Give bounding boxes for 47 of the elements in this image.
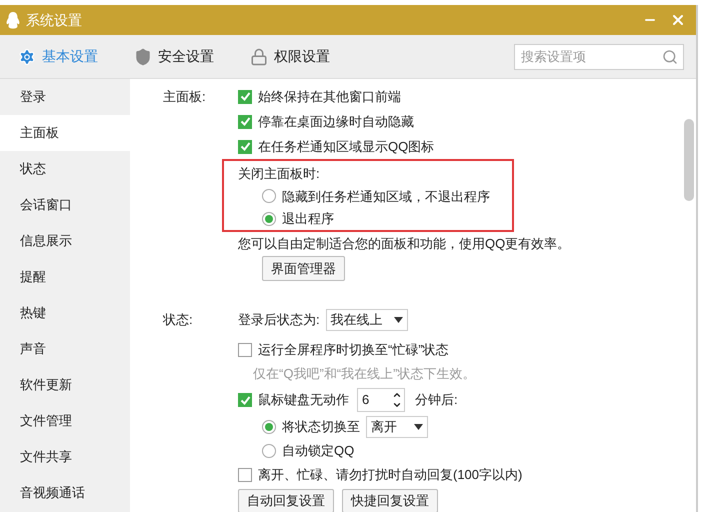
field-label: 登录后状态为: <box>238 311 320 330</box>
interface-manager-button[interactable]: 界面管理器 <box>262 256 345 281</box>
checkbox-label: 运行全屏程序时切换至“忙碌”状态 <box>258 341 449 360</box>
radio-label: 自动锁定QQ <box>282 442 354 460</box>
hint-text: 仅在“Q我吧”和“我在线上”状态下生效。 <box>253 365 476 384</box>
shield-icon <box>134 48 152 66</box>
field-label: 分钟后: <box>415 391 458 410</box>
radio-label: 退出程序 <box>282 210 334 228</box>
search-icon <box>662 48 678 64</box>
radio-button[interactable] <box>262 420 276 434</box>
close-icon[interactable] <box>670 12 686 28</box>
window-title: 系统设置 <box>26 10 82 30</box>
checkbox[interactable] <box>238 468 252 482</box>
penguin-icon <box>6 12 20 28</box>
radio-button[interactable] <box>262 212 276 226</box>
checkbox-label: 在任务栏通知区域显示QQ图标 <box>258 138 434 156</box>
sidebar-item[interactable]: 主面板 <box>0 115 130 151</box>
search-field[interactable]: 搜索设置项 <box>514 44 684 70</box>
tab[interactable]: 安全设置 <box>134 46 214 67</box>
radio-label: 将状态切换至 <box>282 418 360 436</box>
checkbox[interactable] <box>238 140 252 154</box>
checkbox[interactable] <box>238 393 252 407</box>
settings-icon <box>18 48 36 66</box>
scrollbar-thumb[interactable] <box>684 119 694 201</box>
caret-icon <box>394 317 403 323</box>
checkbox[interactable] <box>238 343 252 357</box>
reply-settings-button[interactable]: 自动回复设置 <box>238 489 334 512</box>
checkbox-label: 停靠在桌面边缘时自动隐藏 <box>258 112 414 131</box>
checkbox-label: 离开、忙碌、请勿打扰时自动回复(100字以内) <box>258 466 522 484</box>
dropdown[interactable]: 离开 <box>366 416 428 438</box>
section-label: 主面板: <box>163 88 206 106</box>
minutes-spinner[interactable]: 6 <box>357 388 405 412</box>
radio-label: 隐藏到任务栏通知区域，不退出程序 <box>282 188 490 206</box>
checkbox[interactable] <box>238 114 252 128</box>
radio-button[interactable] <box>262 189 276 204</box>
dropdown[interactable]: 我在线上 <box>326 309 408 331</box>
section-label: 状态: <box>163 311 193 330</box>
checkbox-label: 始终保持在其他窗口前端 <box>258 88 401 106</box>
caret-icon <box>414 424 423 430</box>
lock-icon <box>250 48 268 66</box>
radio-button[interactable] <box>262 444 276 458</box>
group-title: 关闭主面板时: <box>238 165 320 184</box>
checkbox-label: 鼠标键盘无动作 <box>258 391 349 410</box>
checkbox[interactable] <box>238 90 252 104</box>
tab[interactable]: 权限设置 <box>250 46 330 67</box>
reply-settings-button[interactable]: 快捷回复设置 <box>342 489 438 512</box>
note-text: 您可以自由定制适合您的面板和功能，使用QQ更有效率。 <box>238 235 570 254</box>
